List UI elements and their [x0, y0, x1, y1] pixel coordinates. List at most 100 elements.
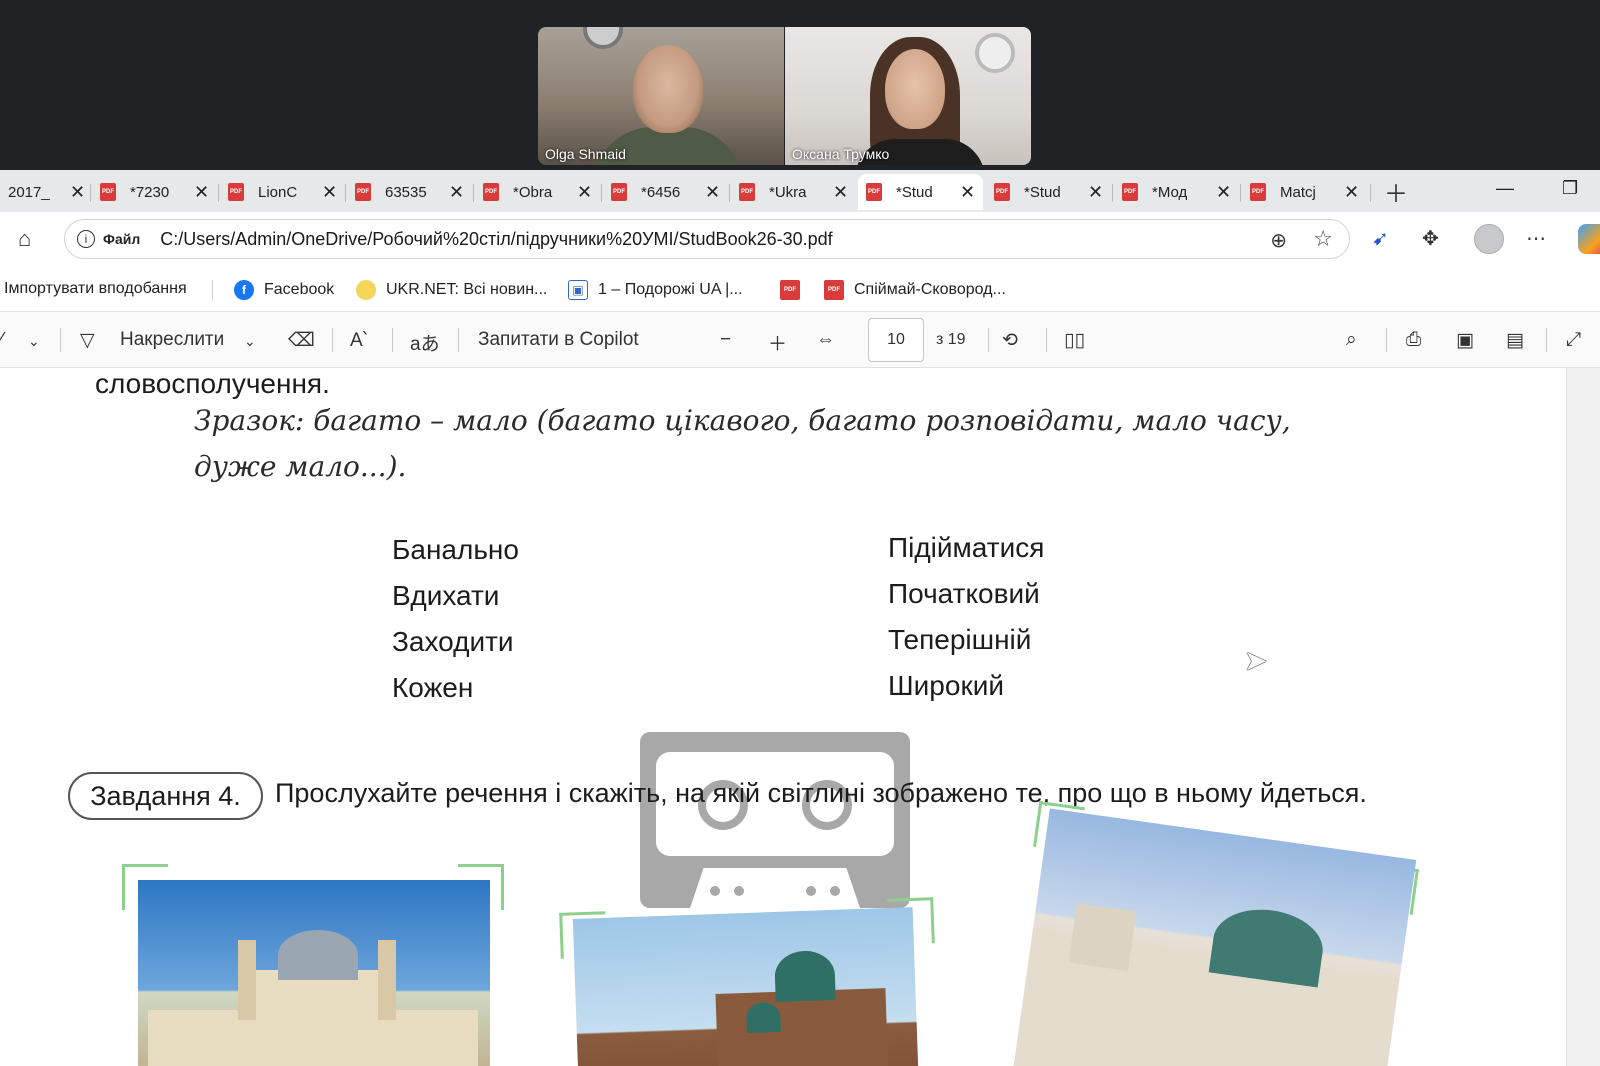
close-icon[interactable]: ✕: [960, 182, 975, 203]
new-tab-plus-icon[interactable]: ＋: [1384, 174, 1408, 209]
green-dome: [774, 949, 836, 1002]
tab-label: 2017_: [8, 183, 50, 201]
participant-video-2[interactable]: Оксана Трумко: [785, 27, 1031, 165]
scheme-label: Файл: [103, 231, 141, 247]
browser-tab-strip: 2017_ ✕ PDF *7230 ✕ PDF LionC ✕ PDF 6353…: [0, 170, 1600, 212]
page-number-input[interactable]: 10: [868, 318, 924, 362]
tab-divider: [601, 184, 602, 202]
save-icon[interactable]: ▣: [1456, 329, 1474, 352]
address-bar[interactable]: i Файл C:/Users/Admin/OneDrive/Робочий%2…: [64, 219, 1350, 259]
more-menu-icon[interactable]: ⋯: [1526, 226, 1546, 251]
extensions-puzzle-icon[interactable]: ✥: [1422, 226, 1439, 251]
restore-window-icon[interactable]: ❐: [1562, 178, 1578, 199]
word-right: Початковий: [888, 578, 1040, 609]
pdf-icon: PDF: [739, 183, 755, 201]
pdf-icon: PDF: [780, 280, 800, 300]
close-icon[interactable]: ✕: [449, 182, 464, 203]
browser-tab[interactable]: PDF *Ukra ✕: [731, 174, 856, 210]
translate-icon[interactable]: aあ: [410, 329, 440, 356]
bookmark-ukrnet[interactable]: UKR.NET: Всі новин...: [356, 280, 547, 300]
browser-tab-active[interactable]: PDF *Stud ✕: [858, 174, 984, 210]
browser-tab[interactable]: PDF *6456 ✕: [603, 174, 728, 210]
ask-copilot-button[interactable]: Запитати в Copilot: [478, 329, 639, 351]
task-badge: Завдання 4.: [68, 772, 263, 820]
zoom-in-icon[interactable]: ＋: [768, 329, 787, 356]
browser-tab[interactable]: PDF 63535 ✕: [347, 174, 472, 210]
close-icon[interactable]: ✕: [1216, 182, 1231, 203]
pdf-icon: PDF: [994, 183, 1010, 201]
bookmarks-bar: Імпортувати вподобання f Facebook UKR.NE…: [0, 266, 1600, 312]
search-icon[interactable]: ⌕: [1346, 329, 1357, 351]
eraser-icon[interactable]: ⌫: [288, 329, 315, 352]
bookmark-facebook[interactable]: f Facebook: [234, 280, 334, 300]
close-icon[interactable]: ✕: [1344, 182, 1359, 203]
browser-tab[interactable]: PDF Matcj ✕: [1242, 174, 1367, 210]
fit-width-icon[interactable]: ⇔: [816, 329, 835, 351]
person-head: [885, 49, 945, 129]
close-icon[interactable]: ✕: [194, 182, 209, 203]
zoom-icon[interactable]: ⊕: [1270, 228, 1287, 253]
extension-icon[interactable]: ➹: [1372, 226, 1389, 251]
participant-video-1[interactable]: Olga Shmaid: [538, 27, 784, 165]
bookmark-import[interactable]: Імпортувати вподобання: [4, 280, 187, 298]
tab-divider: [1370, 184, 1371, 202]
close-icon[interactable]: ✕: [322, 182, 337, 203]
word-left: Вдихати: [392, 580, 500, 611]
ukrnet-icon: [356, 280, 376, 300]
dome: [278, 930, 358, 980]
read-aloud-icon[interactable]: A՝: [350, 329, 367, 352]
tab-label: Matcj: [1280, 183, 1316, 201]
draw-pen-icon[interactable]: ▽: [80, 329, 95, 352]
tower: [1068, 903, 1137, 971]
pdf-page[interactable]: словосполучення. Зразок: багато – мало (…: [0, 368, 1600, 1066]
browser-tab[interactable]: PDF *Obra ✕: [475, 174, 600, 210]
highlight-icon[interactable]: ∕: [0, 329, 3, 351]
word-left: Кожен: [392, 672, 474, 703]
pdf-icon: PDF: [866, 183, 882, 201]
pdf-toolbar: ∕ ⌄ ▽ Накреслити ⌄ ⌫ A՝ aあ Запитати в Co…: [0, 312, 1600, 368]
save-as-icon[interactable]: ▤: [1506, 329, 1524, 352]
audio-cassette-icon[interactable]: [640, 732, 910, 908]
copilot-icon[interactable]: [1578, 224, 1600, 254]
tab-label: *7230: [130, 183, 170, 201]
close-icon[interactable]: ✕: [705, 182, 720, 203]
page-view-icon[interactable]: ▯▯: [1064, 329, 1085, 352]
minimize-icon[interactable]: —: [1496, 178, 1514, 199]
close-icon[interactable]: ✕: [70, 182, 85, 203]
bookmark-pdf[interactable]: PDF: [780, 280, 810, 300]
photo-theatre: [1013, 808, 1417, 1066]
tab-divider: [1240, 184, 1241, 202]
pdf-icon: PDF: [1122, 183, 1138, 201]
tab-label: *Ukra: [769, 183, 807, 201]
url-text[interactable]: C:/Users/Admin/OneDrive/Робочий%20стіл/п…: [160, 229, 832, 250]
zoom-out-icon[interactable]: −: [720, 329, 731, 351]
chevron-down-icon[interactable]: ⌄: [244, 333, 256, 350]
toolbar-divider: [1046, 328, 1047, 352]
pdf-icon: PDF: [483, 183, 499, 201]
browser-tab[interactable]: PDF *Stud ✕: [986, 174, 1111, 210]
browser-tab[interactable]: PDF LionC ✕: [220, 174, 345, 210]
browser-tab[interactable]: PDF *Мод ✕: [1114, 174, 1239, 210]
profile-avatar[interactable]: [1474, 224, 1504, 254]
favorite-star-icon[interactable]: ☆: [1313, 226, 1333, 252]
tab-divider: [729, 184, 730, 202]
cassette-hole: [806, 886, 816, 896]
print-icon[interactable]: ⎙: [1406, 329, 1421, 351]
participant-name: Оксана Трумко: [792, 146, 890, 162]
home-icon[interactable]: ⌂: [18, 226, 44, 252]
chevron-down-icon[interactable]: ⌄: [28, 333, 40, 350]
close-icon[interactable]: ✕: [577, 182, 592, 203]
close-icon[interactable]: ✕: [833, 182, 848, 203]
browser-tab[interactable]: 2017_ ✕: [0, 174, 93, 210]
browser-tab[interactable]: PDF *7230 ✕: [92, 174, 217, 210]
rotate-icon[interactable]: ⟲: [1002, 329, 1018, 352]
pdf-icon: PDF: [100, 183, 116, 201]
bookmark-travel[interactable]: ▣ 1 – Подорожі UA |...: [568, 280, 743, 300]
info-icon[interactable]: i: [77, 230, 95, 248]
fullscreen-icon[interactable]: ⤢: [1566, 329, 1581, 351]
close-icon[interactable]: ✕: [1088, 182, 1103, 203]
toolbar-divider: [988, 328, 989, 352]
bookmark-skovoroda[interactable]: PDF Спіймай-Сковород...: [824, 280, 1006, 300]
vertical-scrollbar[interactable]: [1566, 368, 1600, 1066]
draw-button[interactable]: Накреслити: [120, 329, 224, 351]
